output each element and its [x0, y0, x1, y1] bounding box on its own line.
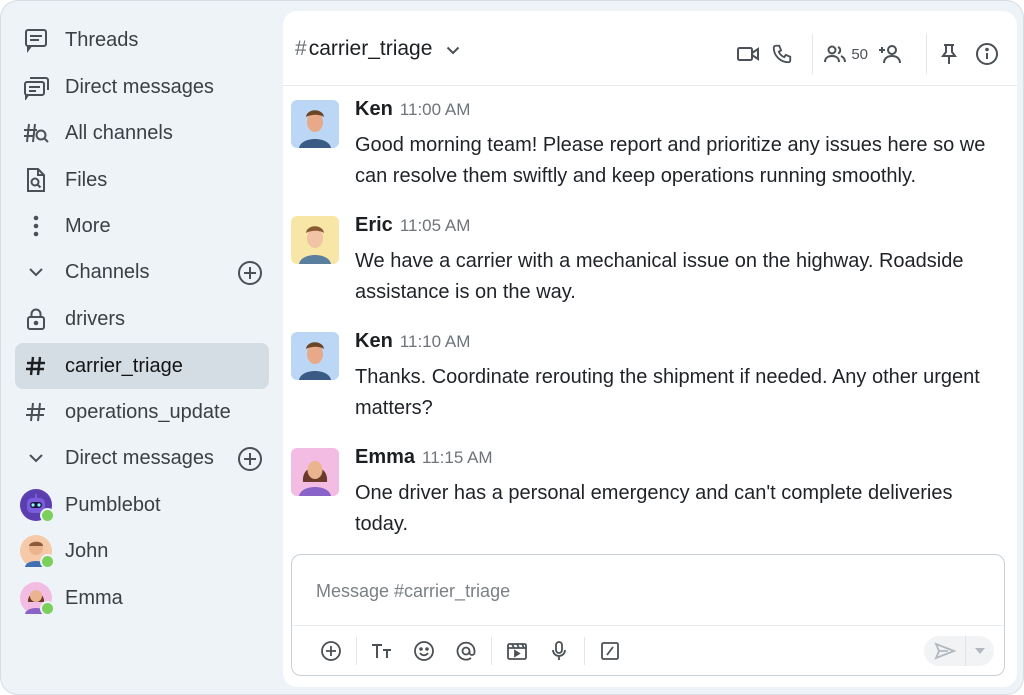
avatar: [20, 535, 55, 569]
message-timestamp: 11:00 AM: [399, 100, 471, 119]
sidebar-item-label: Emma: [65, 586, 123, 609]
channel-name: carrier_triage: [308, 37, 433, 60]
divider: [584, 637, 585, 665]
avatar: [291, 216, 339, 264]
app-window: Threads Direct messages All channels Fil…: [0, 0, 1024, 695]
avatar: [291, 100, 339, 148]
sidebar-item-dm-emma[interactable]: Emma: [15, 575, 269, 621]
message-text: We have a carrier with a mechanical issu…: [355, 250, 964, 303]
divider: [356, 637, 357, 665]
avatar-wrap: [17, 582, 55, 616]
slash-command-icon[interactable]: [591, 632, 629, 670]
sidebar-item-label: Files: [65, 168, 108, 191]
sidebar-item-dm-john[interactable]: John: [15, 528, 269, 574]
send-button-group: [924, 636, 994, 666]
direct-messages-section-toggle[interactable]: Direct messages: [15, 435, 269, 481]
add-member-icon[interactable]: [868, 39, 916, 69]
send-options-chevron-icon[interactable]: [965, 636, 994, 666]
sidebar-item-label: operations_update: [65, 400, 231, 423]
message-text: Good morning team! Please report and pri…: [355, 134, 986, 187]
sidebar-item-label: Direct messages: [65, 75, 214, 98]
sidebar-item-label: More: [65, 214, 111, 237]
avatar-wrap: [17, 535, 55, 569]
direct-messages-icon: [17, 74, 55, 100]
sidebar-item-threads[interactable]: Threads: [15, 17, 269, 63]
lock-icon: [17, 307, 55, 331]
avatar: [291, 332, 339, 380]
emoji-icon[interactable]: [405, 632, 443, 670]
message-input[interactable]: [314, 573, 978, 609]
video-call-icon[interactable]: [734, 39, 762, 69]
channel-panel: # carrier_triage 50 Ken 11:00 AM Good mo…: [283, 11, 1017, 687]
avatar-wrap: [17, 489, 55, 523]
mention-icon[interactable]: [447, 632, 485, 670]
section-label: Channels: [65, 260, 150, 283]
add-attachment-icon[interactable]: [312, 632, 350, 670]
sidebar-item-label: carrier_triage: [65, 354, 183, 377]
members-button[interactable]: 50: [823, 39, 868, 69]
message-author: Emma: [355, 446, 416, 468]
send-icon[interactable]: [924, 642, 965, 660]
pin-icon[interactable]: [937, 39, 961, 69]
message-timestamp: 11:10 AM: [399, 332, 471, 351]
sidebar-item-label: All channels: [65, 121, 173, 144]
online-status-indicator: [40, 554, 55, 569]
hash-icon: [17, 355, 55, 377]
sidebar-item-label: drivers: [65, 307, 126, 330]
message-author: Ken: [355, 98, 393, 120]
message-timestamp: 11:15 AM: [422, 448, 493, 467]
online-status-indicator: [40, 601, 55, 616]
divider: [491, 637, 492, 665]
message-list: Ken 11:00 AM Good morning team! Please r…: [283, 86, 1017, 546]
member-count: 50: [851, 45, 868, 63]
message-composer: [291, 554, 1005, 676]
divider: [812, 34, 814, 74]
online-status-indicator: [40, 508, 55, 523]
more-vertical-icon: [17, 214, 55, 238]
microphone-icon[interactable]: [540, 632, 578, 670]
threads-icon: [17, 27, 55, 53]
message-text: One driver has a personal emergency and …: [355, 482, 953, 535]
avatar: [291, 448, 339, 496]
sidebar-item-direct-messages[interactable]: Direct messages: [15, 64, 269, 110]
phone-call-icon[interactable]: [762, 39, 802, 69]
channel-search-icon: [17, 120, 55, 146]
composer-toolbar: [292, 625, 1004, 676]
chevron-down-icon: [446, 37, 460, 61]
header-actions: 50: [734, 34, 1007, 74]
sidebar-item-label: Pumblebot: [65, 493, 161, 516]
sidebar-item-drivers[interactable]: drivers: [15, 296, 269, 342]
hash-icon: [17, 401, 55, 423]
channel-title-dropdown[interactable]: # carrier_triage: [295, 37, 460, 61]
add-channel-button[interactable]: [237, 260, 262, 285]
file-search-icon: [17, 166, 55, 194]
channel-hash: #: [295, 37, 307, 60]
sidebar-item-label: Threads: [65, 28, 139, 51]
channels-section-toggle[interactable]: Channels: [15, 249, 269, 295]
sidebar-item-label: John: [65, 539, 109, 562]
add-direct-message-button[interactable]: [237, 446, 262, 471]
video-clip-icon[interactable]: [498, 632, 536, 670]
section-label: Direct messages: [65, 446, 214, 469]
sidebar-item-dm-pumblebot[interactable]: Pumblebot: [15, 482, 269, 528]
avatar: [20, 582, 55, 616]
members-icon: [823, 44, 847, 64]
sidebar-item-files[interactable]: Files: [15, 157, 269, 203]
message-timestamp: 11:05 AM: [399, 216, 471, 235]
divider: [926, 34, 927, 74]
chevron-down-icon: [17, 453, 55, 463]
chevron-down-icon: [17, 267, 55, 277]
sidebar-item-operations-update[interactable]: operations_update: [15, 389, 269, 435]
avatar: [20, 489, 55, 523]
message-author: Eric: [355, 214, 393, 236]
sidebar-item-all-channels[interactable]: All channels: [15, 110, 269, 156]
sidebar-item-more[interactable]: More: [15, 203, 269, 249]
info-icon[interactable]: [967, 39, 1007, 69]
channel-header: # carrier_triage 50: [283, 11, 1017, 86]
sidebar: Threads Direct messages All channels Fil…: [1, 1, 281, 694]
sidebar-item-carrier-triage[interactable]: carrier_triage: [15, 343, 269, 389]
message-text: Thanks. Coordinate rerouting the shipmen…: [355, 366, 980, 419]
message-author: Ken: [355, 330, 393, 352]
text-format-icon[interactable]: [363, 632, 401, 670]
